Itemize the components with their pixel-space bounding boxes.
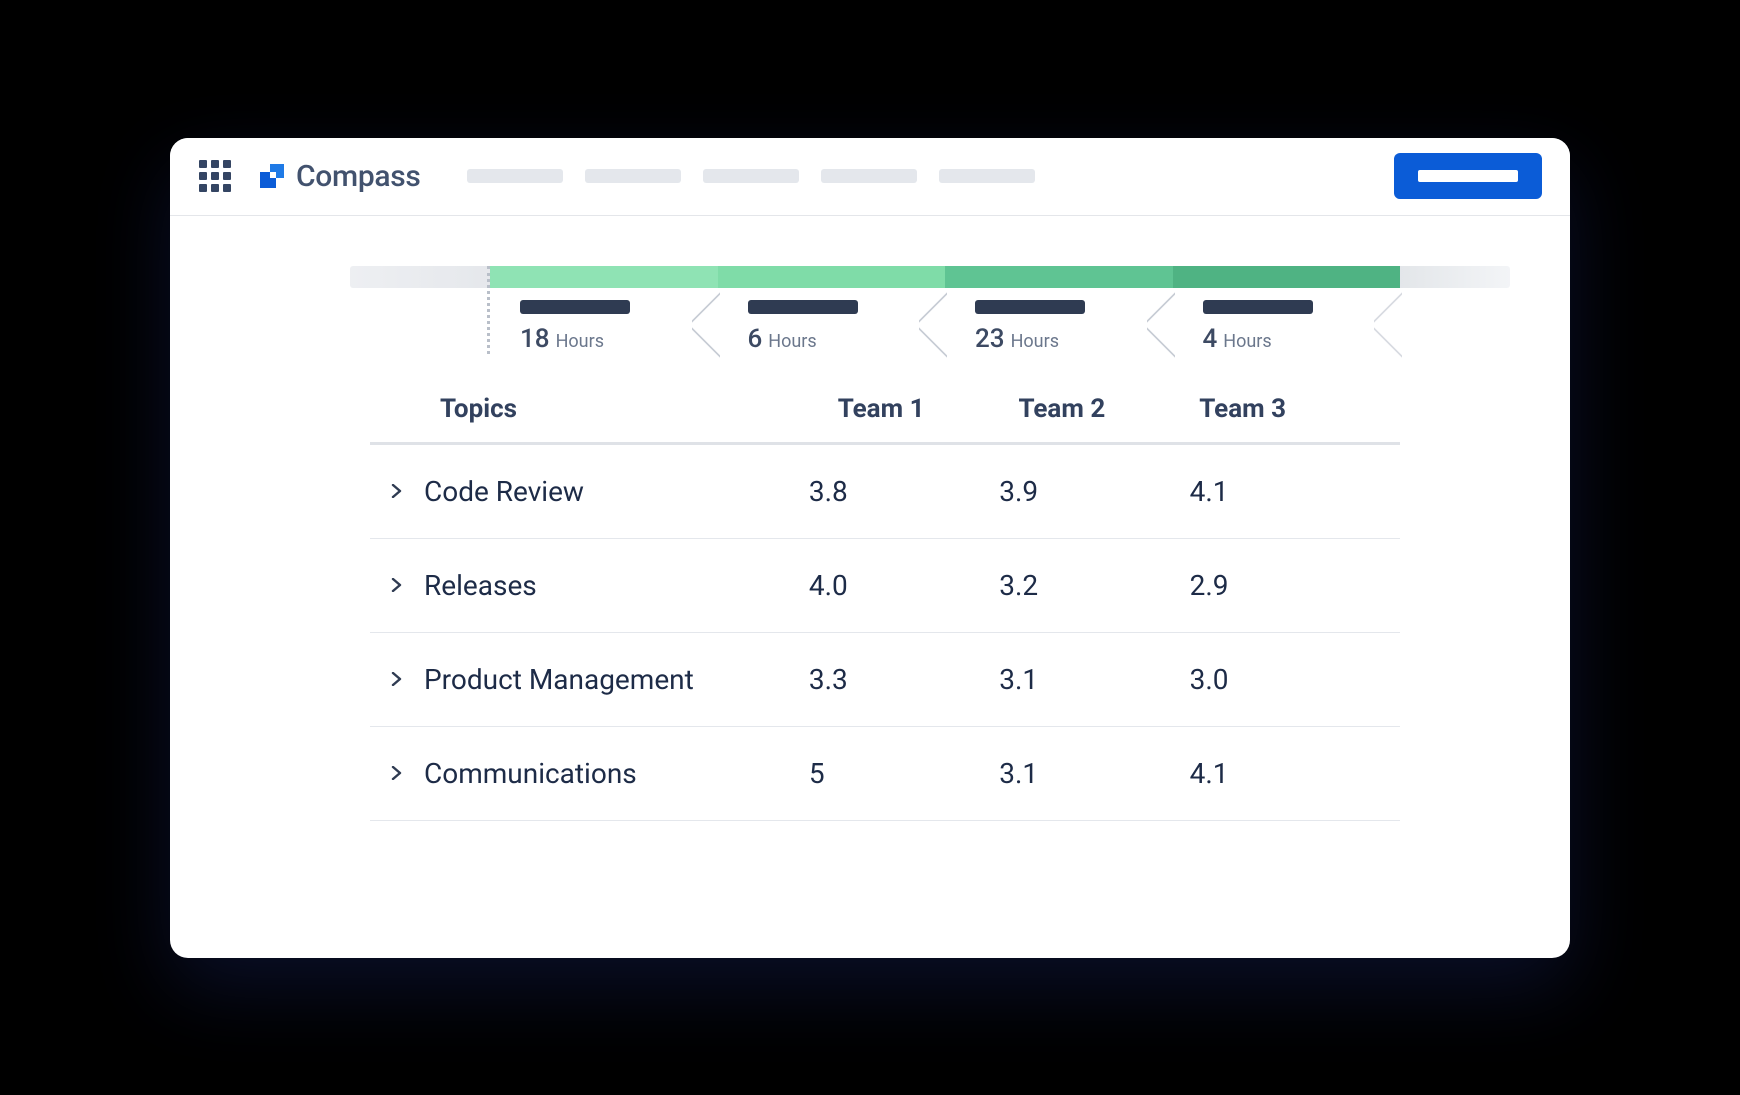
timeline-track [350, 266, 1510, 288]
timeline: 18 Hours 6 Hours 23 Hours [350, 266, 1510, 354]
brand[interactable]: Compass [258, 159, 421, 194]
app-window: Compass [170, 138, 1570, 958]
step-value: 18 [520, 324, 550, 354]
step-title-placeholder [520, 300, 630, 314]
cell-team2: 3.9 [999, 475, 1189, 508]
cell-team1: 5 [809, 757, 999, 790]
primary-action-button[interactable] [1394, 153, 1542, 199]
chevron-right-icon[interactable] [390, 766, 406, 780]
timeline-segment [490, 266, 718, 288]
cell-team3: 2.9 [1190, 569, 1380, 602]
table-row[interactable]: Releases 4.0 3.2 2.9 [370, 539, 1400, 633]
timeline-segment [718, 266, 946, 288]
table-row[interactable]: Code Review 3.8 3.9 4.1 [370, 445, 1400, 539]
table-header: Topics Team 1 Team 2 Team 3 [370, 394, 1400, 445]
cell-team2: 3.2 [999, 569, 1189, 602]
topic-name: Releases [424, 569, 537, 602]
brand-name: Compass [296, 159, 421, 194]
timeline-segment [945, 266, 1173, 288]
step-title-placeholder [975, 300, 1085, 314]
step-value: 6 [748, 324, 763, 354]
chevron-right-icon[interactable] [390, 484, 406, 498]
chevron-right-icon[interactable] [390, 578, 406, 592]
button-label-placeholder [1418, 170, 1518, 182]
timeline-step[interactable]: 23 Hours [945, 294, 1173, 354]
timeline-step[interactable]: 6 Hours [718, 294, 946, 354]
cell-team2: 3.1 [999, 663, 1189, 696]
cell-team3: 4.1 [1190, 475, 1380, 508]
chevron-right-icon[interactable] [390, 672, 406, 686]
col-team1: Team 1 [838, 394, 1019, 424]
timeline-step[interactable]: 4 Hours [1173, 294, 1401, 354]
topic-name: Product Management [424, 663, 694, 696]
timeline-step[interactable]: 18 Hours [490, 294, 718, 354]
nav-items [467, 169, 1035, 183]
cell-team1: 3.3 [809, 663, 999, 696]
timeline-segment [1173, 266, 1401, 288]
table-row[interactable]: Product Management 3.3 3.1 3.0 [370, 633, 1400, 727]
timeline-lead [350, 266, 490, 288]
cell-team1: 3.8 [809, 475, 999, 508]
main-content: 18 Hours 6 Hours 23 Hours [170, 216, 1570, 958]
cell-team3: 4.1 [1190, 757, 1380, 790]
step-title-placeholder [1203, 300, 1313, 314]
step-unit: Hours [1011, 331, 1059, 352]
compass-logo-icon [258, 162, 286, 190]
col-topics: Topics [440, 394, 838, 424]
topic-name: Code Review [424, 475, 584, 508]
nav-item[interactable] [467, 169, 563, 183]
cell-team3: 3.0 [1190, 663, 1380, 696]
topics-table: Topics Team 1 Team 2 Team 3 Code Review … [370, 394, 1400, 821]
nav-item[interactable] [939, 169, 1035, 183]
nav-item[interactable] [585, 169, 681, 183]
step-title-placeholder [748, 300, 858, 314]
table-row[interactable]: Communications 5 3.1 4.1 [370, 727, 1400, 821]
step-unit: Hours [768, 331, 816, 352]
col-team3: Team 3 [1199, 394, 1380, 424]
step-value: 4 [1203, 324, 1218, 354]
app-switcher-icon[interactable] [198, 159, 232, 193]
timeline-tail [1400, 266, 1510, 288]
topic-name: Communications [424, 757, 637, 790]
cell-team1: 4.0 [809, 569, 999, 602]
cell-team2: 3.1 [999, 757, 1189, 790]
nav-item[interactable] [703, 169, 799, 183]
step-unit: Hours [556, 331, 604, 352]
nav-item[interactable] [821, 169, 917, 183]
step-unit: Hours [1223, 331, 1271, 352]
top-nav: Compass [170, 138, 1570, 216]
col-team2: Team 2 [1018, 394, 1199, 424]
step-value: 23 [975, 324, 1005, 354]
